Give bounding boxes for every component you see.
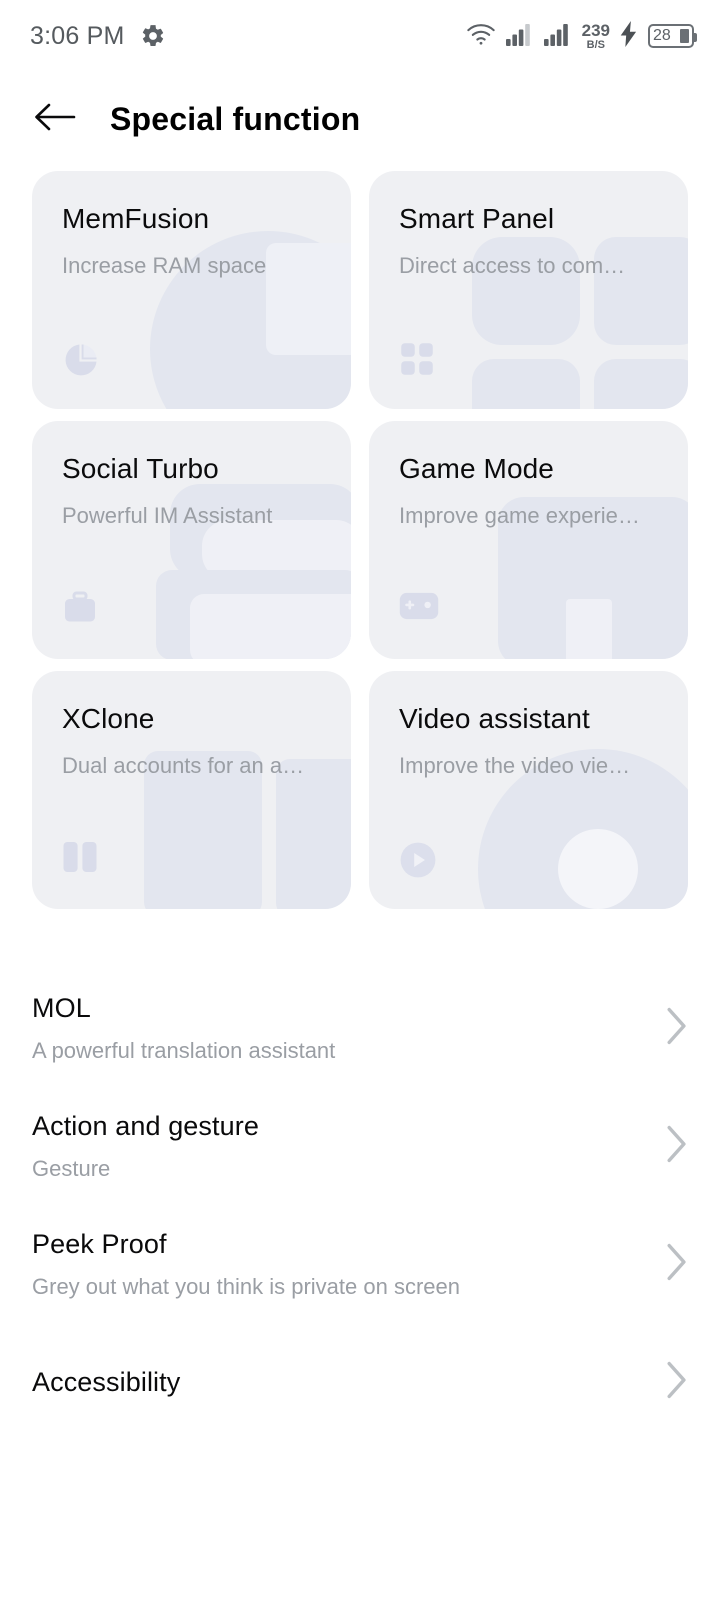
list-item-subtitle: A powerful translation assistant (32, 1037, 336, 1063)
card-xclone[interactable]: XClone Dual accounts for an a… (32, 671, 351, 909)
back-arrow-icon (34, 102, 76, 137)
card-title: Video assistant (399, 703, 590, 734)
list-item-subtitle: Grey out what you think is private on sc… (32, 1273, 460, 1299)
list-item-title: MOL (32, 992, 91, 1023)
status-bar-left: 3:06 PM (30, 22, 166, 51)
list-item-texts: Peek Proof Grey out what you think is pr… (32, 1229, 460, 1300)
card-game-mode[interactable]: Game Mode Improve game experie… (369, 421, 688, 659)
status-bar: 3:06 PM 239 B/S 28 (0, 0, 720, 72)
list-item-subtitle: Gesture (32, 1155, 111, 1181)
play-circle-icon (399, 841, 437, 879)
status-bar-right: 239 B/S 28 (466, 20, 697, 52)
list-item-texts: Accessibility (32, 1367, 180, 1398)
back-button[interactable] (32, 96, 78, 142)
pie-chart-icon (62, 341, 100, 379)
card-subtitle: Dual accounts for an a… (62, 753, 305, 778)
settings-list: MOL A powerful translation assistant Act… (0, 969, 720, 1441)
card-title: MemFusion (62, 203, 210, 234)
card-title: Game Mode (399, 453, 554, 484)
list-item-title: Action and gesture (32, 1110, 259, 1141)
list-item-title: Peek Proof (32, 1228, 167, 1259)
list-item[interactable]: MOL A powerful translation assistant (0, 969, 720, 1087)
battery-level-text: 28 (653, 27, 671, 44)
clock-time: 3:06 PM (30, 21, 125, 50)
card-social-turbo[interactable]: Social Turbo Powerful IM Assistant (32, 421, 351, 659)
gamepad-icon (399, 591, 439, 629)
signal-bars-icon (505, 22, 534, 51)
card-subtitle: Improve game experie… (399, 503, 640, 528)
network-speed-unit: B/S (586, 38, 605, 51)
battery-indicator: 28 (648, 24, 697, 48)
chevron-right-icon (666, 1243, 688, 1286)
card-title: XClone (62, 703, 155, 734)
card-memfusion[interactable]: MemFusion Increase RAM space (32, 171, 351, 409)
card-subtitle: Increase RAM space (62, 253, 267, 278)
briefcase-icon (62, 591, 100, 629)
four-squares-grid-icon (399, 341, 437, 379)
card-smart-panel[interactable]: Smart Panel Direct access to com… (369, 171, 688, 409)
page-title: Special function (110, 100, 361, 137)
signal-bars-icon (543, 22, 572, 51)
network-speed-indicator: 239 B/S (582, 22, 610, 51)
list-item[interactable]: Accessibility (0, 1323, 720, 1441)
card-subtitle: Powerful IM Assistant (62, 503, 273, 528)
wifi-icon (466, 22, 496, 51)
list-item[interactable]: Peek Proof Grey out what you think is pr… (0, 1205, 720, 1323)
list-item[interactable]: Action and gesture Gesture (0, 1087, 720, 1205)
list-item-texts: Action and gesture Gesture (32, 1111, 259, 1182)
list-item-texts: MOL A powerful translation assistant (32, 993, 335, 1064)
chevron-right-icon (666, 1125, 688, 1168)
chevron-right-icon (666, 1361, 688, 1404)
network-speed-value: 239 (581, 20, 610, 40)
page-header: Special function (0, 72, 720, 166)
lightning-bolt-icon (620, 20, 638, 52)
battery-fill (680, 29, 689, 43)
card-title: Social Turbo (62, 453, 219, 484)
card-title: Smart Panel (399, 203, 555, 234)
list-item-title: Accessibility (32, 1366, 181, 1397)
split-columns-icon (62, 841, 100, 879)
feature-cards-grid: MemFusion Increase RAM space Smart Panel… (0, 171, 720, 909)
chevron-right-icon (666, 1007, 688, 1050)
card-subtitle: Direct access to com… (399, 253, 626, 278)
card-video-assistant[interactable]: Video assistant Improve the video vie… (369, 671, 688, 909)
card-subtitle: Improve the video vie… (399, 753, 631, 778)
gear-icon (140, 23, 166, 49)
